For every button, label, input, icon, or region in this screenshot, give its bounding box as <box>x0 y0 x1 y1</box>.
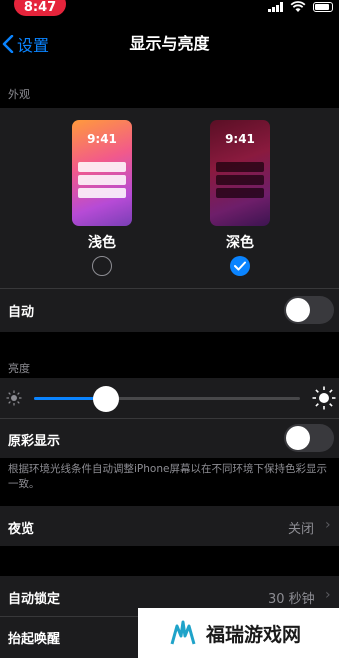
appearance-header: 外观 <box>8 88 30 101</box>
watermark-badge: 福瑞游戏网 <box>138 608 339 658</box>
light-option-label: 浅色 <box>88 235 116 251</box>
brightness-header: 亮度 <box>8 362 30 375</box>
dark-mode-preview[interactable]: 9:41 <box>210 120 270 226</box>
chevron-right-icon: › <box>325 517 331 533</box>
night-shift-value: 关闭 <box>288 522 315 537</box>
chevron-left-icon <box>2 35 14 53</box>
auto-appearance-toggle[interactable] <box>284 296 334 324</box>
light-mode-radio[interactable] <box>92 256 112 276</box>
true-tone-label: 原彩显示 <box>8 434 61 449</box>
light-preview-time: 9:41 <box>87 132 117 146</box>
raise-to-wake-label: 抬起唤醒 <box>8 632 61 647</box>
true-tone-toggle[interactable] <box>284 424 334 452</box>
chevron-right-icon: › <box>325 587 331 603</box>
night-shift-row[interactable]: 夜览 关闭 › <box>0 506 339 546</box>
page-title: 显示与亮度 <box>129 34 210 53</box>
brightness-slider-thumb[interactable] <box>92 386 119 412</box>
dark-option-label: 深色 <box>226 235 254 251</box>
auto-lock-value: 30 秒钟 <box>268 592 315 607</box>
brightness-slider[interactable] <box>34 386 300 412</box>
wifi-icon <box>290 1 306 12</box>
battery-icon <box>313 2 333 12</box>
sun-large-icon <box>312 386 336 410</box>
brightness-panel: 原彩显示 <box>0 378 339 458</box>
status-bar: 8:47 <box>0 0 339 20</box>
true-tone-footer: 根据环境光线条件自动调整iPhone屏幕以在不同环境下保持色彩显示一致。 <box>8 463 327 490</box>
cellular-signal-icon <box>268 2 283 12</box>
auto-appearance-label: 自动 <box>8 305 35 320</box>
checkmark-icon <box>234 261 246 271</box>
watermark-text: 福瑞游戏网 <box>206 623 302 646</box>
appearance-panel: 9:41 浅色 9:41 深色 自动 <box>0 108 339 332</box>
sun-small-icon <box>6 390 22 406</box>
watermark-logo-icon <box>170 620 196 645</box>
status-time: 8:47 <box>14 0 66 16</box>
light-mode-preview[interactable]: 9:41 <box>72 120 132 226</box>
dark-mode-radio[interactable] <box>230 256 250 276</box>
dark-preview-time: 9:41 <box>225 132 255 146</box>
night-shift-label: 夜览 <box>8 522 35 537</box>
back-label: 设置 <box>17 36 50 55</box>
back-button[interactable]: 设置 <box>2 30 49 58</box>
auto-lock-label: 自动锁定 <box>8 592 61 607</box>
